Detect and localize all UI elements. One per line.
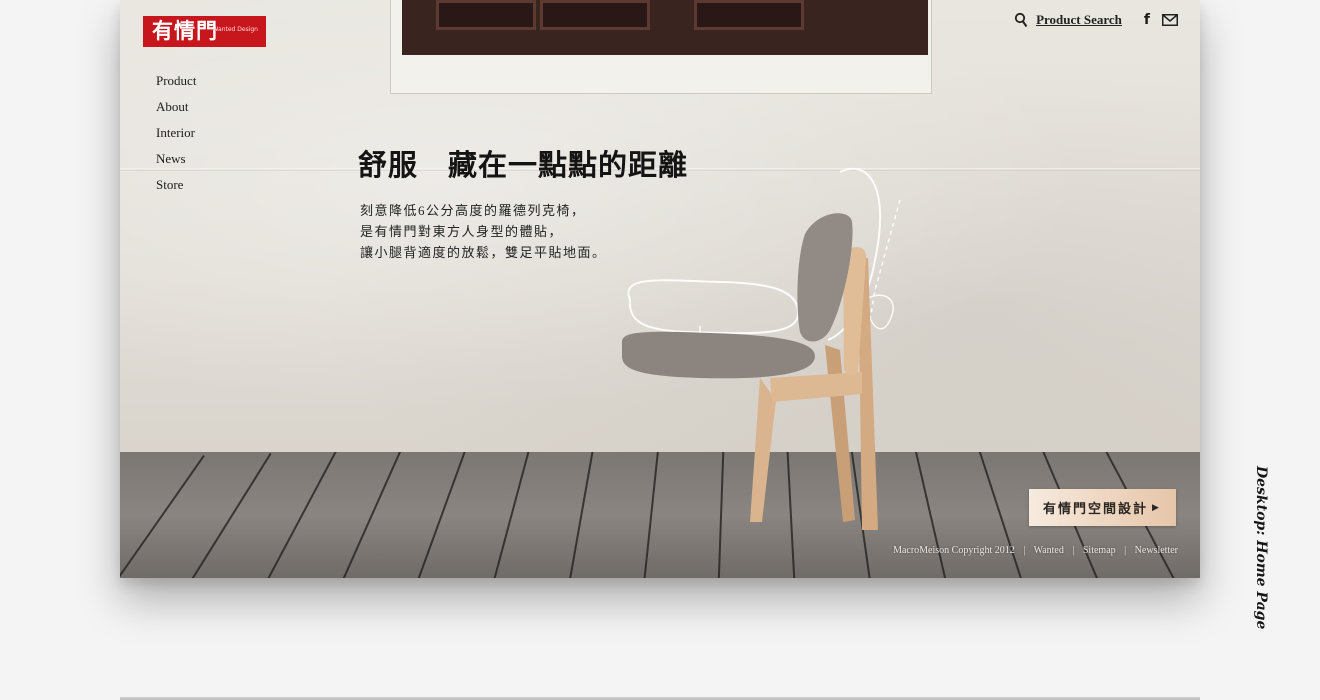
mail-icon[interactable]: [1162, 14, 1178, 26]
logo-subtext: Wanted Design: [212, 26, 258, 33]
footer-link-sitemap[interactable]: Sitemap: [1083, 545, 1116, 556]
nav-item-product[interactable]: Product: [156, 68, 196, 94]
chair-illustration: [622, 167, 901, 530]
cta-label: 有情門空間設計: [1043, 501, 1149, 516]
footer-link-wanted[interactable]: Wanted: [1034, 545, 1064, 556]
footer: MacroMeison Copyright 2012 | Wanted | Si…: [893, 545, 1178, 556]
logo-text: 有情門: [152, 19, 218, 43]
window-pane: [436, 0, 536, 30]
brand-logo[interactable]: 有情門 Wanted Design: [143, 16, 266, 47]
nav-item-store[interactable]: Store: [156, 172, 196, 198]
hero-body-line: 讓小腿背適度的放鬆，雙足平貼地面。: [360, 245, 607, 260]
facebook-icon[interactable]: f: [1144, 12, 1150, 28]
footer-separator: |: [1023, 545, 1026, 556]
footer-separator: |: [1072, 545, 1075, 556]
interior-design-button[interactable]: 有情門空間設計 ▶: [1029, 489, 1176, 526]
copyright-text: MacroMeison Copyright 2012: [893, 545, 1015, 556]
main-nav: Product About Interior News Store: [156, 68, 196, 198]
hero-headline: 舒服 藏在一點點的距離: [358, 150, 689, 182]
hero-frame: 有情門 Wanted Design Product About Interior…: [120, 0, 1200, 578]
window-glass: [402, 0, 928, 55]
side-caption: Desktop: Home Page: [1253, 466, 1269, 630]
top-utility-bar: Product Search f: [1014, 12, 1178, 28]
window-pane: [540, 0, 650, 30]
search-icon[interactable]: [1014, 12, 1028, 28]
hero-body-copy: 刻意降低6公分高度的羅德列克椅， 是有情門對東方人身型的體貼， 讓小腿背適度的放…: [360, 200, 607, 263]
nav-item-news[interactable]: News: [156, 146, 196, 172]
product-search-link[interactable]: Product Search: [1036, 12, 1122, 28]
play-arrow-icon: ▶: [1152, 502, 1161, 512]
footer-link-newsletter[interactable]: Newsletter: [1135, 545, 1178, 556]
window-pane: [694, 0, 804, 30]
footer-separator: |: [1124, 545, 1127, 556]
hero-body-line: 刻意降低6公分高度的羅德列克椅，: [360, 203, 586, 218]
hero-body-line: 是有情門對東方人身型的體貼，: [360, 224, 564, 239]
nav-item-about[interactable]: About: [156, 94, 196, 120]
nav-item-interior[interactable]: Interior: [156, 120, 196, 146]
